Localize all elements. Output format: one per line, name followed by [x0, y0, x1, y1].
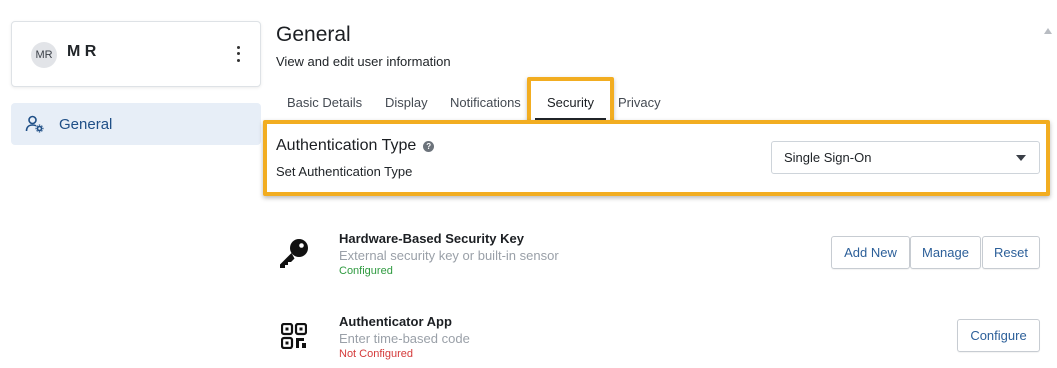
status-badge: Configured [339, 265, 393, 277]
avatar[interactable]: MR [31, 42, 57, 68]
reset-button[interactable]: Reset [982, 236, 1040, 269]
method-description: External security key or built-in sensor [339, 248, 559, 263]
profile-card: MR M R [11, 21, 261, 87]
add-new-button[interactable]: Add New [831, 236, 910, 269]
authentication-type-panel: Authentication Type ? Set Authentication… [263, 120, 1050, 196]
sidebar-item-label: General [59, 115, 113, 133]
tab-security[interactable]: Security [535, 86, 606, 120]
authentication-type-title: Authentication Type ? [276, 137, 435, 155]
method-title: Authenticator App [339, 314, 452, 329]
sidebar-item-general[interactable]: General [11, 103, 261, 145]
scroll-up-icon[interactable] [1044, 28, 1052, 34]
user-settings-icon [25, 115, 44, 133]
profile-name: M R [67, 43, 97, 60]
qr-code-icon [281, 323, 307, 349]
key-icon [280, 239, 308, 268]
tab-privacy[interactable]: Privacy [618, 95, 661, 110]
status-badge: Not Configured [339, 348, 413, 360]
help-icon[interactable]: ? [423, 140, 435, 152]
method-title: Hardware-Based Security Key [339, 231, 524, 246]
page-title: General [276, 23, 351, 46]
authentication-type-subtitle: Set Authentication Type [276, 164, 413, 179]
caret-down-icon [1016, 155, 1026, 161]
configure-button[interactable]: Configure [957, 319, 1040, 352]
more-options-icon[interactable] [234, 44, 242, 64]
select-value: Single Sign-On [784, 150, 872, 165]
method-description: Enter time-based code [339, 331, 470, 346]
page-subtitle: View and edit user information [276, 54, 451, 69]
authentication-type-label: Authentication Type [276, 137, 417, 154]
manage-button[interactable]: Manage [910, 236, 981, 269]
authentication-type-select[interactable]: Single Sign-On [771, 141, 1040, 174]
tab-notifications[interactable]: Notifications [450, 95, 521, 110]
tab-basic-details[interactable]: Basic Details [287, 95, 362, 110]
tab-display[interactable]: Display [385, 95, 428, 110]
